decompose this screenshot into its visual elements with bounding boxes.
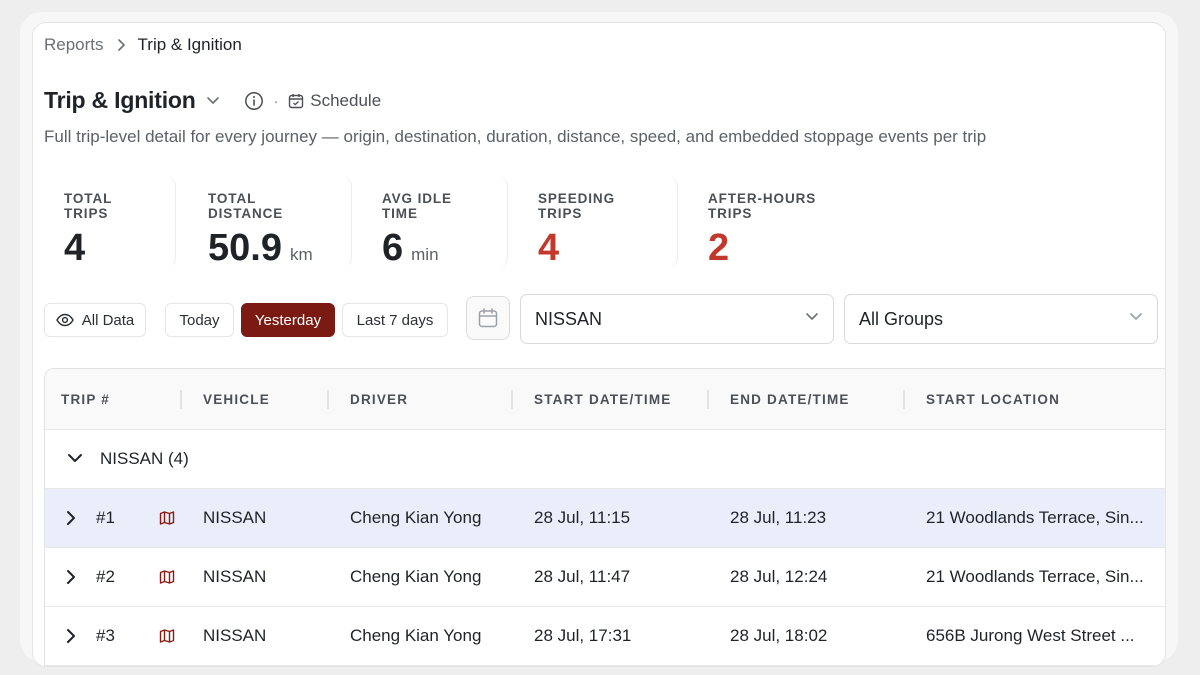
schedule-button[interactable]: Schedule bbox=[288, 91, 381, 111]
driver-cell: Cheng Kian Yong bbox=[350, 567, 482, 586]
kpi-label: AFTER-HOURS TRIPS bbox=[708, 191, 817, 221]
kpi-speeding-trips: SPEEDING TRIPS 4 bbox=[508, 175, 678, 269]
page-title: Trip & Ignition bbox=[44, 87, 196, 113]
all-data-label: All Data bbox=[81, 311, 135, 329]
column-header-start-location[interactable]: START LOCATION bbox=[926, 392, 1060, 407]
chevron-down-icon bbox=[1129, 312, 1143, 322]
end-datetime-cell: 28 Jul, 18:02 bbox=[730, 626, 828, 645]
kpi-total-trips: TOTAL TRIPS 4 bbox=[44, 175, 176, 269]
table-row[interactable]: #1 NISSAN Cheng Kian Yong 28 Jul, 11:15 … bbox=[45, 489, 1165, 548]
chevron-right-icon bbox=[116, 39, 126, 51]
chevron-down-icon[interactable] bbox=[206, 96, 220, 106]
column-divider[interactable] bbox=[707, 390, 709, 409]
title-row: Trip & Ignition · Schedule bbox=[44, 87, 381, 114]
group-select[interactable]: All Groups bbox=[844, 294, 1158, 344]
end-datetime-cell: 28 Jul, 11:23 bbox=[730, 508, 827, 527]
kpi-total-distance: TOTAL DISTANCE 50.9 km bbox=[176, 175, 352, 269]
kpi-value: 2 bbox=[708, 227, 730, 269]
column-divider[interactable] bbox=[180, 390, 182, 409]
column-header-end-datetime[interactable]: END DATE/TIME bbox=[730, 392, 850, 407]
breadcrumb-reports-link[interactable]: Reports bbox=[44, 35, 104, 55]
table-row[interactable]: #2 NISSAN Cheng Kian Yong 28 Jul, 11:47 … bbox=[45, 548, 1165, 607]
map-icon[interactable] bbox=[159, 628, 175, 644]
chevron-down-icon[interactable] bbox=[67, 452, 83, 464]
column-header-trip[interactable]: TRIP # bbox=[61, 392, 110, 407]
column-header-driver[interactable]: DRIVER bbox=[350, 392, 408, 407]
driver-cell: Cheng Kian Yong bbox=[350, 626, 482, 645]
date-picker-button[interactable] bbox=[466, 296, 510, 340]
column-header-start-datetime[interactable]: START DATE/TIME bbox=[534, 392, 672, 407]
kpi-label: SPEEDING TRIPS bbox=[538, 191, 615, 221]
vehicle-cell: NISSAN bbox=[203, 626, 267, 645]
schedule-label: Schedule bbox=[310, 90, 382, 110]
report-card: Reports Trip & Ignition Trip & Ignition … bbox=[32, 22, 1166, 667]
kpi-value: 4 bbox=[64, 227, 86, 269]
kpi-after-hours-trips: AFTER-HOURS TRIPS 2 bbox=[678, 175, 878, 269]
column-divider[interactable] bbox=[327, 390, 329, 409]
driver-cell: Cheng Kian Yong bbox=[350, 508, 482, 527]
end-datetime-cell: 28 Jul, 12:24 bbox=[730, 567, 828, 586]
start-location-cell: 21 Woodlands Terrace, Sin... bbox=[926, 508, 1144, 527]
kpi-value: 50.9 bbox=[208, 227, 282, 269]
calendar-icon bbox=[477, 307, 499, 329]
group-row-nissan[interactable]: NISSAN (4) bbox=[45, 430, 1165, 489]
start-location-cell: 656B Jurong West Street ... bbox=[926, 626, 1135, 645]
today-button[interactable]: Today bbox=[165, 303, 234, 337]
kpi-avg-idle-time: AVG IDLE TIME 6 min bbox=[352, 175, 508, 269]
calendar-icon bbox=[288, 93, 304, 109]
table-row[interactable]: #3 NISSAN Cheng Kian Yong 28 Jul, 17:31 … bbox=[45, 607, 1165, 666]
start-datetime-cell: 28 Jul, 11:47 bbox=[534, 567, 631, 586]
trip-number: #1 bbox=[96, 508, 115, 527]
trip-number: #3 bbox=[96, 626, 115, 645]
chevron-right-icon[interactable] bbox=[66, 510, 76, 526]
kpi-label: TOTAL TRIPS bbox=[64, 191, 112, 221]
kpi-unit: km bbox=[289, 245, 313, 264]
trip-number: #2 bbox=[96, 567, 115, 586]
group-label: NISSAN (4) bbox=[100, 449, 189, 468]
kpi-value: 6 bbox=[382, 227, 404, 269]
vehicle-cell: NISSAN bbox=[203, 567, 267, 586]
kpi-label: TOTAL DISTANCE bbox=[208, 191, 284, 221]
trips-table: TRIP # VEHICLE DRIVER START DATE/TIME EN… bbox=[44, 368, 1165, 666]
all-data-button[interactable]: All Data bbox=[44, 303, 146, 337]
kpi-label: AVG IDLE TIME bbox=[382, 191, 452, 221]
last-7-days-button[interactable]: Last 7 days bbox=[342, 303, 448, 337]
chevron-down-icon bbox=[805, 312, 819, 322]
page-subtitle: Full trip-level detail for every journey… bbox=[44, 127, 987, 146]
breadcrumb: Reports Trip & Ignition bbox=[44, 35, 242, 55]
kpi-strip: TOTAL TRIPS 4 TOTAL DISTANCE 50.9 km AVG … bbox=[44, 175, 878, 269]
column-divider[interactable] bbox=[511, 390, 513, 409]
title-separator: · bbox=[273, 92, 279, 109]
kpi-value: 4 bbox=[538, 227, 560, 269]
start-location-cell: 21 Woodlands Terrace, Sin... bbox=[926, 567, 1144, 586]
breadcrumb-current: Trip & Ignition bbox=[137, 35, 242, 54]
yesterday-button[interactable]: Yesterday bbox=[241, 303, 335, 337]
chevron-right-icon[interactable] bbox=[66, 628, 76, 644]
map-icon[interactable] bbox=[159, 569, 175, 585]
vehicle-cell: NISSAN bbox=[203, 508, 267, 527]
group-select-value: All Groups bbox=[859, 308, 944, 329]
filter-bar: All Data Today Yesterday Last 7 days NIS… bbox=[44, 294, 1164, 346]
map-icon[interactable] bbox=[159, 510, 175, 526]
eye-icon bbox=[55, 313, 74, 327]
start-datetime-cell: 28 Jul, 11:15 bbox=[534, 508, 631, 527]
table-header: TRIP # VEHICLE DRIVER START DATE/TIME EN… bbox=[45, 369, 1165, 430]
vehicle-select[interactable]: NISSAN bbox=[520, 294, 834, 344]
column-divider[interactable] bbox=[903, 390, 905, 409]
chevron-right-icon[interactable] bbox=[66, 569, 76, 585]
column-header-vehicle[interactable]: VEHICLE bbox=[203, 392, 270, 407]
kpi-unit: min bbox=[411, 245, 439, 264]
start-datetime-cell: 28 Jul, 17:31 bbox=[534, 626, 632, 645]
info-icon[interactable] bbox=[244, 91, 264, 111]
vehicle-select-value: NISSAN bbox=[535, 308, 603, 329]
